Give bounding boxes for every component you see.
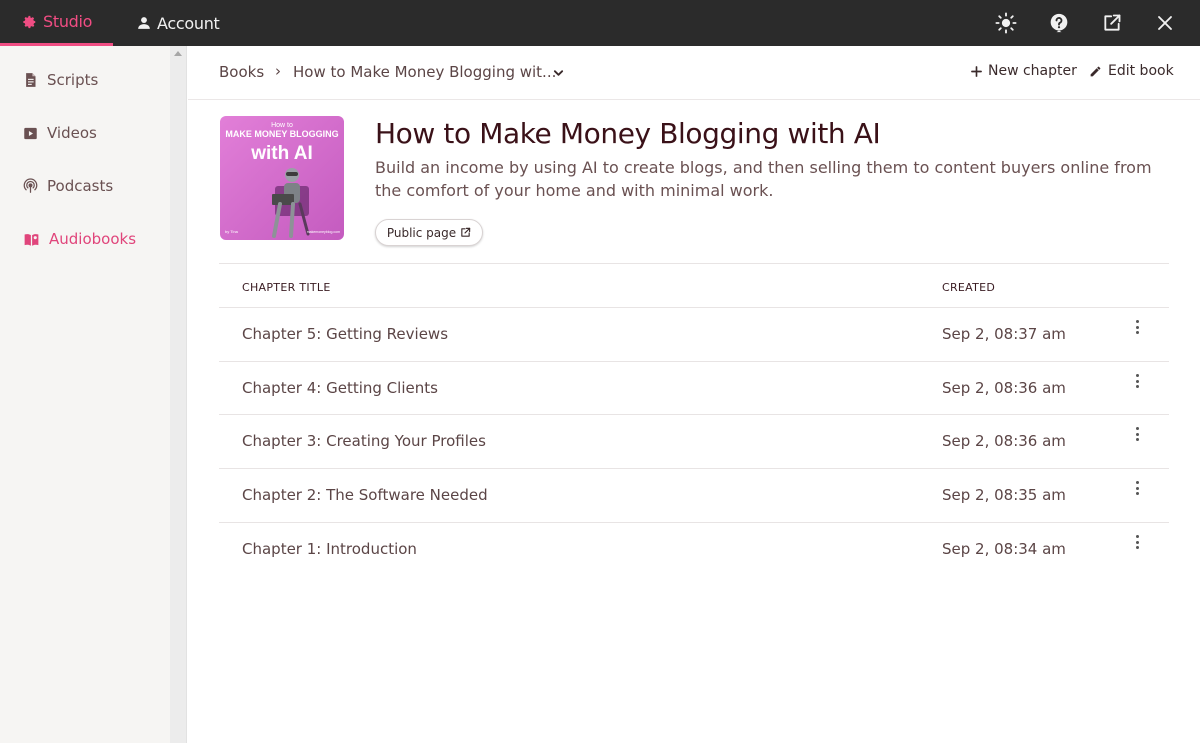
tab-account[interactable]: Account	[137, 0, 220, 46]
breadcrumb-current-book[interactable]: How to Make Money Blogging wit...	[293, 63, 556, 81]
chapter-title[interactable]: Chapter 4: Getting Clients	[242, 379, 438, 397]
breadcrumb-separator: ›	[275, 62, 281, 80]
top-bar: Studio Account	[0, 0, 1200, 46]
brightness-icon[interactable]	[994, 11, 1018, 35]
sidebar-scrollbar[interactable]	[170, 46, 187, 743]
column-header-title[interactable]: CHAPTER TITLE	[242, 281, 331, 294]
tab-studio[interactable]: Studio	[0, 0, 113, 46]
more-options-icon[interactable]	[1133, 480, 1141, 496]
close-icon[interactable]	[1153, 11, 1177, 35]
table-divider	[219, 263, 1169, 264]
more-options-icon[interactable]	[1133, 373, 1141, 389]
sidebar-item-audiobooks[interactable]: Audiobooks	[23, 227, 136, 251]
book-cover-image: How to MAKE MONEY BLOGGING with AI by Ti…	[220, 116, 344, 240]
chapter-created: Sep 2, 08:35 am	[942, 486, 1066, 504]
scroll-up-arrow-icon[interactable]	[174, 51, 182, 56]
chapter-created: Sep 2, 08:36 am	[942, 379, 1066, 397]
podcast-icon	[23, 178, 38, 193]
public-page-button[interactable]: Public page	[375, 219, 483, 246]
open-external-icon[interactable]	[1100, 11, 1124, 35]
chapter-created: Sep 2, 08:34 am	[942, 540, 1066, 558]
more-options-icon[interactable]	[1133, 534, 1141, 550]
new-chapter-button[interactable]: New chapter	[971, 63, 1077, 79]
sidebar-item-label: Audiobooks	[49, 230, 137, 248]
table-row[interactable]: Chapter 4: Getting Clients Sep 2, 08:36 …	[219, 361, 1169, 415]
table-row[interactable]: Chapter 2: The Software Needed Sep 2, 08…	[219, 468, 1169, 522]
plus-icon	[971, 65, 982, 77]
cover-author: by Tina	[225, 229, 239, 234]
sidebar: Scripts Videos Podcasts Audiobooks	[0, 46, 170, 743]
book-icon	[24, 233, 39, 246]
chapter-title[interactable]: Chapter 3: Creating Your Profiles	[242, 432, 486, 450]
chapter-title[interactable]: Chapter 1: Introduction	[242, 540, 417, 558]
chevron-down-icon[interactable]	[553, 69, 564, 77]
chapter-created: Sep 2, 08:36 am	[942, 432, 1066, 450]
chapter-title[interactable]: Chapter 2: The Software Needed	[242, 486, 488, 504]
column-header-created[interactable]: CREATED	[942, 281, 995, 294]
sidebar-item-label: Videos	[47, 124, 97, 142]
sidebar-item-podcasts[interactable]: Podcasts	[23, 174, 113, 198]
cover-line3: with AI	[250, 143, 313, 164]
edit-book-label: Edit book	[1108, 63, 1174, 79]
breadcrumb: Books › How to Make Money Blogging wit..…	[188, 46, 1200, 100]
new-chapter-label: New chapter	[988, 63, 1077, 79]
book-description: Build an income by using AI to create bl…	[375, 158, 1152, 200]
more-options-icon[interactable]	[1133, 426, 1141, 442]
cover-line2: MAKE MONEY BLOGGING	[225, 129, 338, 139]
chapter-title[interactable]: Chapter 5: Getting Reviews	[242, 325, 448, 343]
more-options-icon[interactable]	[1133, 319, 1141, 335]
pencil-icon	[1090, 66, 1101, 76]
table-row[interactable]: Chapter 1: Introduction Sep 2, 08:34 am	[219, 522, 1169, 576]
tab-studio-label: Studio	[43, 12, 93, 31]
table-row[interactable]: Chapter 3: Creating Your Profiles Sep 2,…	[219, 414, 1169, 468]
chapter-created: Sep 2, 08:37 am	[942, 325, 1066, 343]
help-icon[interactable]	[1047, 11, 1071, 35]
sidebar-item-videos[interactable]: Videos	[23, 121, 97, 145]
cover-line1: How to	[271, 122, 293, 129]
sidebar-item-label: Podcasts	[47, 177, 114, 195]
table-row[interactable]: Chapter 5: Getting Reviews Sep 2, 08:37 …	[219, 307, 1169, 361]
cover-site: makemoneyblog.com	[307, 230, 340, 234]
document-icon	[26, 73, 36, 87]
tab-account-label: Account	[157, 13, 220, 33]
sidebar-item-scripts[interactable]: Scripts	[23, 68, 98, 92]
edit-book-button[interactable]: Edit book	[1089, 63, 1174, 79]
person-icon	[138, 17, 150, 29]
open-external-icon	[461, 227, 471, 237]
gear-icon	[23, 15, 36, 28]
breadcrumb-books-link[interactable]: Books	[219, 63, 264, 81]
video-icon	[24, 127, 37, 139]
sidebar-item-label: Scripts	[47, 71, 99, 89]
page-title: How to Make Money Blogging with AI	[375, 117, 881, 150]
public-page-label: Public page	[386, 225, 457, 240]
